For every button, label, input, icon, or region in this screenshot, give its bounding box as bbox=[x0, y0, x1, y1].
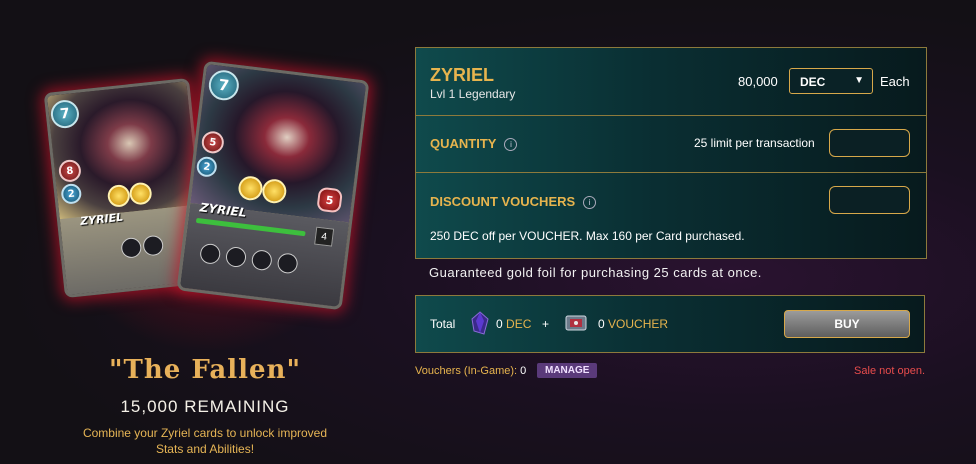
gold-foil-guarantee: Guaranteed gold foil for purchasing 25 c… bbox=[429, 265, 762, 280]
item-row: ZYRIEL Lvl 1 Legendary 80,000 DEC ▼ Each bbox=[416, 48, 926, 116]
card-front-image: 7 5 2 5 ZYRIEL 4 bbox=[176, 60, 370, 311]
health-icon: 5 bbox=[316, 186, 344, 214]
quantity-input[interactable] bbox=[829, 129, 910, 157]
sale-status: Sale not open. bbox=[854, 365, 925, 377]
price-unit-label: Each bbox=[880, 74, 910, 89]
card-preview: 7 8 2 ZYRIEL 7 5 2 5 ZYRIEL 4 bbox=[40, 60, 370, 350]
discount-label-text: DISCOUNT VOUCHERS bbox=[430, 194, 576, 209]
info-icon[interactable]: i bbox=[583, 196, 597, 210]
dec-total-unit: DEC bbox=[506, 317, 532, 331]
voucher-ticket-icon bbox=[565, 315, 587, 331]
voucher-total: 0 VOUCHER bbox=[598, 317, 668, 331]
plus-sign: + bbox=[542, 317, 550, 331]
dec-total-amount: 0 bbox=[496, 317, 503, 331]
total-panel: Total 0 DEC + 0 VOUCHER BUY bbox=[415, 295, 925, 353]
currency-select[interactable]: DEC ▼ bbox=[789, 68, 873, 94]
quantity-label: QUANTITY i bbox=[430, 136, 518, 152]
description-line: Combine your Zyriel cards to unlock impr… bbox=[82, 426, 328, 440]
item-name: ZYRIEL bbox=[430, 65, 495, 85]
remaining-count: 15,000 REMAINING bbox=[120, 397, 290, 416]
card-title: "The Fallen" bbox=[108, 355, 302, 385]
item-subtitle: Lvl 1 Legendary bbox=[430, 87, 516, 101]
ingame-vouchers: Vouchers (In-Game): 0 bbox=[415, 365, 526, 377]
quantity-row: QUANTITY i 25 limit per transaction bbox=[416, 116, 926, 173]
voucher-info: 250 DEC off per VOUCHER. Max 160 per Car… bbox=[430, 229, 745, 243]
manage-button[interactable]: MANAGE bbox=[537, 363, 598, 378]
currency-select-value: DEC bbox=[800, 75, 826, 89]
buy-button[interactable]: BUY bbox=[784, 310, 910, 338]
chevron-down-icon: ▼ bbox=[854, 75, 864, 86]
voucher-total-amount: 0 bbox=[598, 317, 605, 331]
dec-total: 0 DEC bbox=[496, 317, 531, 331]
purchase-panel: ZYRIEL Lvl 1 Legendary 80,000 DEC ▼ Each… bbox=[415, 47, 927, 259]
info-icon[interactable]: i bbox=[504, 138, 518, 152]
ingame-vouchers-label: Vouchers (In-Game): bbox=[415, 365, 518, 377]
ingame-vouchers-value: 0 bbox=[520, 365, 527, 377]
discount-label: DISCOUNT VOUCHERS i bbox=[430, 194, 597, 210]
dec-crystal-icon bbox=[471, 311, 489, 335]
quantity-limit: 25 limit per transaction bbox=[694, 136, 815, 150]
quantity-label-text: QUANTITY bbox=[430, 136, 497, 151]
description-line: Stats and Abilities! bbox=[155, 442, 255, 456]
card-level: 4 bbox=[314, 226, 335, 247]
discount-row: DISCOUNT VOUCHERS i 250 DEC off per VOUCH… bbox=[416, 173, 926, 258]
card-description: Combine your Zyriel cards to unlock impr… bbox=[40, 425, 370, 457]
item-price: 80,000 bbox=[738, 74, 778, 89]
voucher-input[interactable] bbox=[829, 186, 910, 214]
total-label: Total bbox=[430, 317, 456, 331]
voucher-total-unit: VOUCHER bbox=[608, 317, 669, 331]
